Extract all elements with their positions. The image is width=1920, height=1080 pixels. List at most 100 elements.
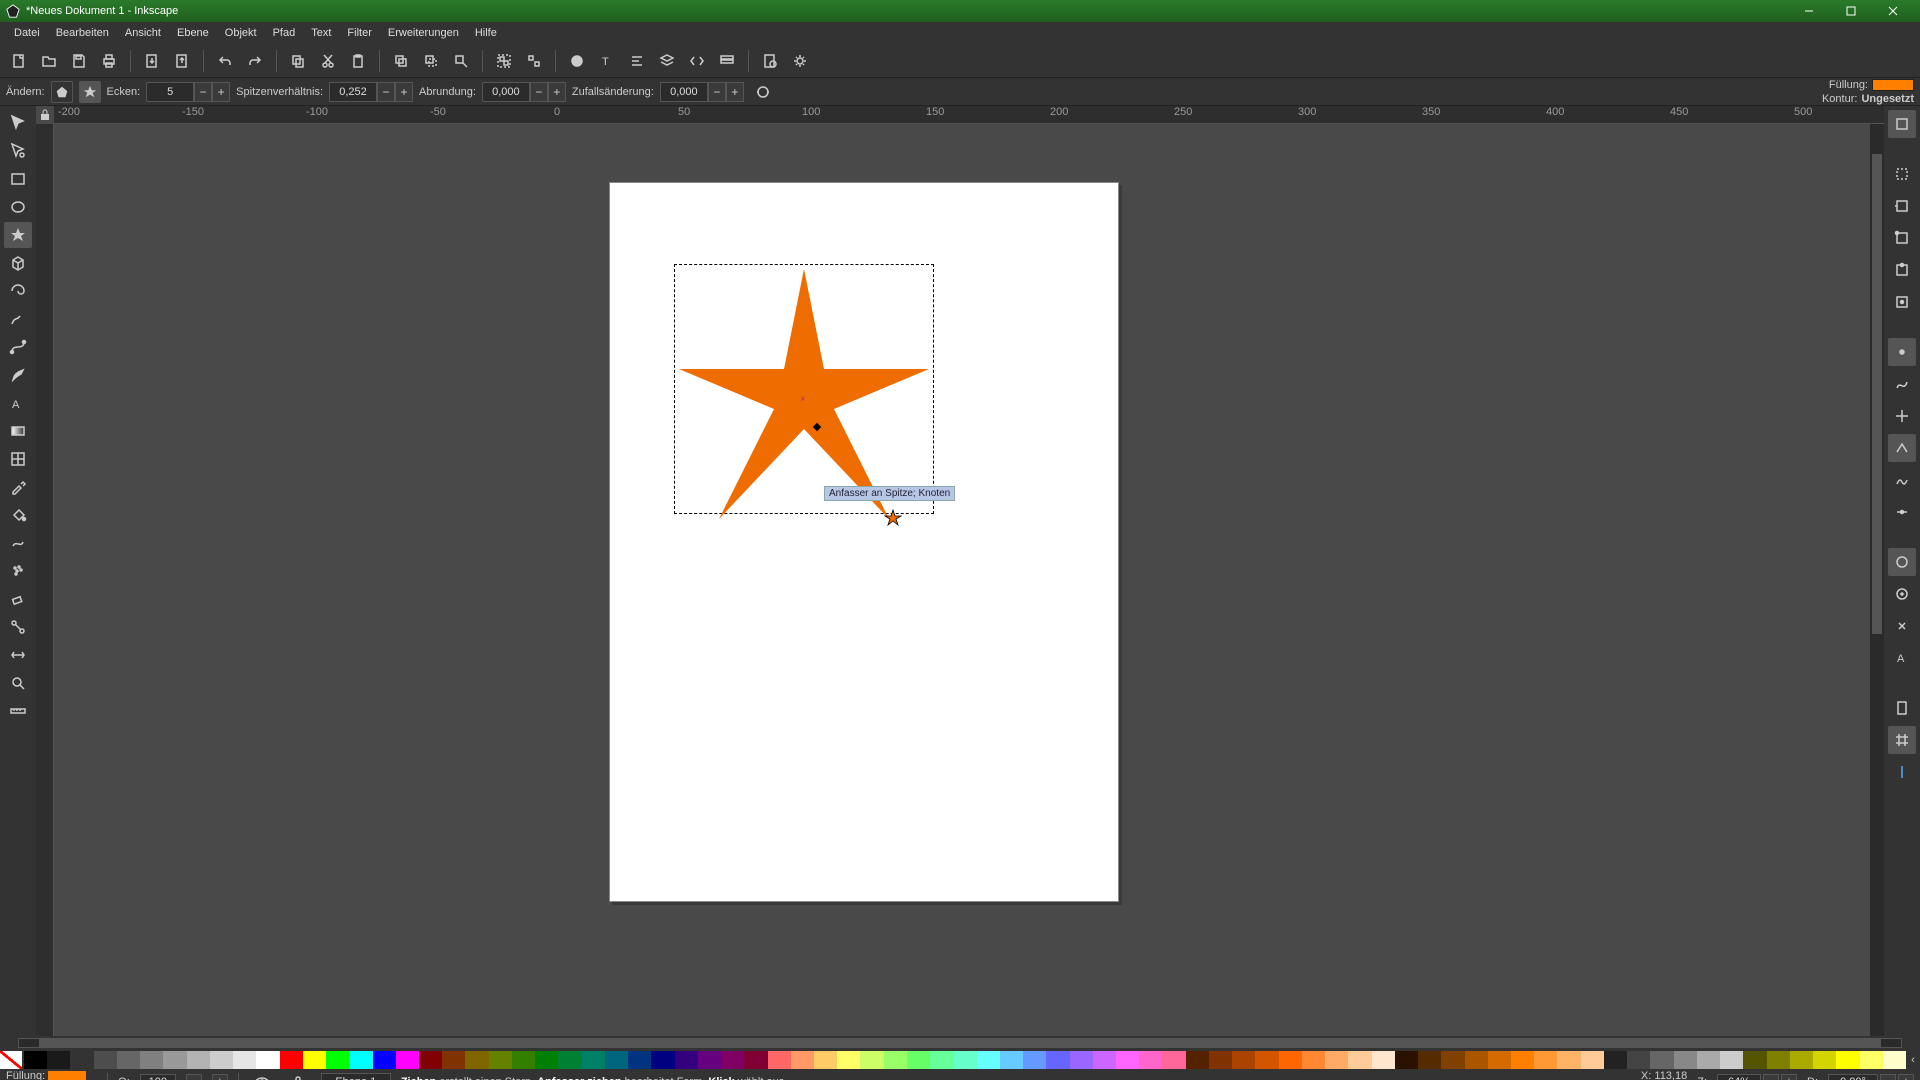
spoke-minus[interactable]: − bbox=[377, 82, 395, 102]
palette-swatch[interactable] bbox=[558, 1051, 581, 1069]
palette-swatch[interactable] bbox=[210, 1051, 233, 1069]
palette-swatch[interactable] bbox=[884, 1051, 907, 1069]
connector-tool[interactable] bbox=[4, 614, 32, 640]
corners-minus[interactable]: − bbox=[194, 82, 212, 102]
import-button[interactable] bbox=[139, 48, 165, 74]
zoom-tool[interactable] bbox=[4, 670, 32, 696]
rotation-minus[interactable]: − bbox=[1880, 1074, 1896, 1080]
palette-swatch[interactable] bbox=[1046, 1051, 1069, 1069]
palette-swatch[interactable] bbox=[373, 1051, 396, 1069]
lpe-tool[interactable] bbox=[4, 642, 32, 668]
palette-swatch[interactable] bbox=[1488, 1051, 1511, 1069]
palette-swatch[interactable] bbox=[1674, 1051, 1697, 1069]
layer-selector[interactable]: ▾ Ebene 1 ▴ bbox=[321, 1073, 391, 1080]
random-field[interactable] bbox=[660, 82, 708, 102]
reset-shape-button[interactable] bbox=[750, 79, 776, 105]
menu-erweiterungen[interactable]: Erweiterungen bbox=[380, 22, 467, 44]
palette-swatch[interactable] bbox=[930, 1051, 953, 1069]
polygon-mode-button[interactable] bbox=[51, 81, 73, 103]
no-fill-swatch[interactable] bbox=[0, 1051, 22, 1069]
snap-others-toggle[interactable] bbox=[1888, 548, 1916, 576]
clone-button[interactable] bbox=[418, 48, 444, 74]
palette-swatch[interactable] bbox=[1209, 1051, 1232, 1069]
palette-swatch[interactable] bbox=[744, 1051, 767, 1069]
redo-button[interactable] bbox=[242, 48, 268, 74]
palette-swatch[interactable] bbox=[280, 1051, 303, 1069]
palette-swatch[interactable] bbox=[1860, 1051, 1883, 1069]
unlink-button[interactable] bbox=[448, 48, 474, 74]
horizontal-scrollbar[interactable] bbox=[0, 1036, 1920, 1050]
selectors-dialog-icon[interactable] bbox=[714, 48, 740, 74]
palette-swatch[interactable] bbox=[140, 1051, 163, 1069]
palette-swatch[interactable] bbox=[94, 1051, 117, 1069]
undo-button[interactable] bbox=[212, 48, 238, 74]
palette-swatch[interactable] bbox=[1465, 1051, 1488, 1069]
snap-bbox-center-icon[interactable] bbox=[1888, 288, 1916, 316]
palette-swatch[interactable] bbox=[1627, 1051, 1650, 1069]
print-button[interactable] bbox=[96, 48, 122, 74]
palette-swatch[interactable] bbox=[814, 1051, 837, 1069]
palette-swatch[interactable] bbox=[1767, 1051, 1790, 1069]
snap-midpoint-icon[interactable] bbox=[1888, 498, 1916, 526]
bezier-tool[interactable] bbox=[4, 334, 32, 360]
palette-swatch[interactable] bbox=[1395, 1051, 1418, 1069]
snap-page-icon[interactable] bbox=[1888, 694, 1916, 722]
palette-swatch[interactable] bbox=[535, 1051, 558, 1069]
snap-guide-icon[interactable] bbox=[1888, 758, 1916, 786]
spiral-tool[interactable] bbox=[4, 278, 32, 304]
palette-swatch[interactable] bbox=[953, 1051, 976, 1069]
palette-swatch[interactable] bbox=[419, 1051, 442, 1069]
corners-plus[interactable]: + bbox=[212, 82, 230, 102]
opacity-minus[interactable]: − bbox=[186, 1074, 202, 1080]
snap-rotation-icon[interactable] bbox=[1888, 612, 1916, 640]
3dbox-tool[interactable] bbox=[4, 250, 32, 276]
palette-swatch[interactable] bbox=[1325, 1051, 1348, 1069]
spoke-input[interactable]: −+ bbox=[329, 82, 413, 102]
calligraphy-tool[interactable] bbox=[4, 362, 32, 388]
rotation-input[interactable] bbox=[1828, 1074, 1878, 1080]
measure-tool[interactable] bbox=[4, 698, 32, 724]
palette-swatch[interactable] bbox=[675, 1051, 698, 1069]
palette-swatch[interactable] bbox=[1557, 1051, 1580, 1069]
opacity-input[interactable] bbox=[140, 1074, 176, 1080]
palette-swatch[interactable] bbox=[582, 1051, 605, 1069]
palette-swatch[interactable] bbox=[1093, 1051, 1116, 1069]
corners-input[interactable]: −+ bbox=[146, 82, 230, 102]
palette-swatch[interactable] bbox=[1720, 1051, 1743, 1069]
eraser-tool[interactable] bbox=[4, 586, 32, 612]
palette-swatch[interactable] bbox=[977, 1051, 1000, 1069]
random-plus[interactable]: + bbox=[726, 82, 744, 102]
palette-swatch[interactable] bbox=[1604, 1051, 1627, 1069]
snap-bbox-edge-icon[interactable] bbox=[1888, 192, 1916, 220]
layers-dialog-icon[interactable] bbox=[654, 48, 680, 74]
palette-swatch[interactable] bbox=[1186, 1051, 1209, 1069]
palette-swatch[interactable] bbox=[1232, 1051, 1255, 1069]
node-tool[interactable] bbox=[4, 138, 32, 164]
palette-swatch[interactable] bbox=[303, 1051, 326, 1069]
canvas-viewport[interactable]: × Anfasser an Spitze; Knoten bbox=[54, 124, 1884, 1036]
menu-ebene[interactable]: Ebene bbox=[169, 22, 217, 44]
palette-swatch[interactable] bbox=[1418, 1051, 1441, 1069]
palette-swatch[interactable] bbox=[1116, 1051, 1139, 1069]
palette-swatch[interactable] bbox=[47, 1051, 70, 1069]
snap-grid-icon[interactable] bbox=[1888, 726, 1916, 754]
palette-swatch[interactable] bbox=[907, 1051, 930, 1069]
zoom-out-button[interactable]: − bbox=[1763, 1074, 1779, 1080]
palette-swatch[interactable] bbox=[1534, 1051, 1557, 1069]
snap-master-toggle[interactable] bbox=[1888, 110, 1916, 138]
palette-swatch[interactable] bbox=[1813, 1051, 1836, 1069]
paste-button[interactable] bbox=[345, 48, 371, 74]
spray-tool[interactable] bbox=[4, 558, 32, 584]
snap-smooth-icon[interactable] bbox=[1888, 466, 1916, 494]
palette-swatch[interactable] bbox=[326, 1051, 349, 1069]
copy-button[interactable] bbox=[285, 48, 311, 74]
cut-button[interactable] bbox=[315, 48, 341, 74]
open-button[interactable] bbox=[36, 48, 62, 74]
menu-filter[interactable]: Filter bbox=[339, 22, 379, 44]
spoke-plus[interactable]: + bbox=[395, 82, 413, 102]
menu-text[interactable]: Text bbox=[303, 22, 339, 44]
zoom-in-button[interactable]: + bbox=[1781, 1074, 1797, 1080]
snap-path-icon[interactable] bbox=[1888, 370, 1916, 398]
round-plus[interactable]: + bbox=[548, 82, 566, 102]
tweak-tool[interactable] bbox=[4, 530, 32, 556]
